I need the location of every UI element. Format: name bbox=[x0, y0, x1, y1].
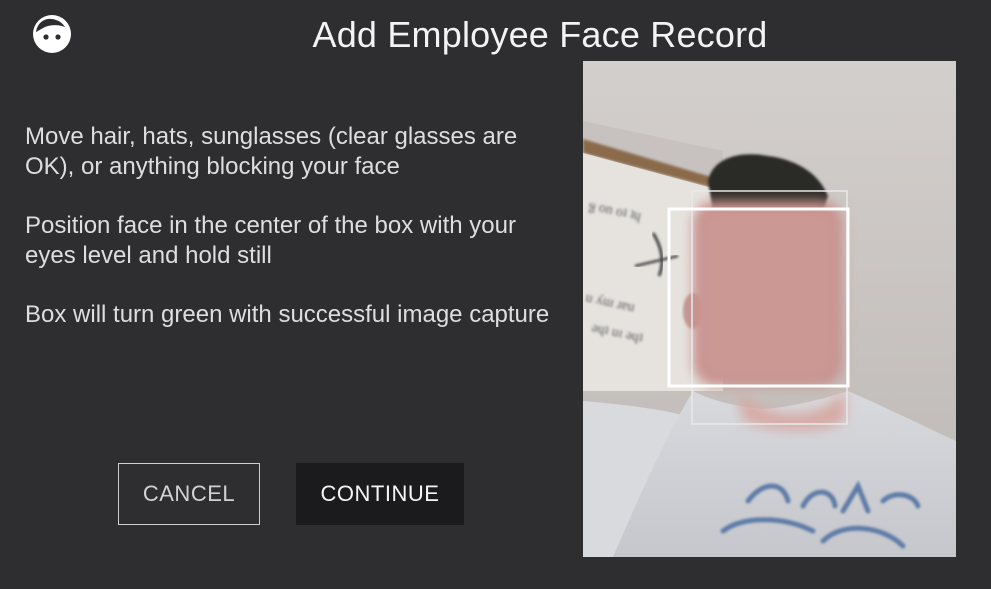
instruction-position-face: Position face in the center of the box w… bbox=[25, 212, 516, 269]
instructions-panel: Move hair, hats, sunglasses (clear glass… bbox=[25, 122, 570, 359]
instruction-remove-obstructions: Move hair, hats, sunglasses (clear glass… bbox=[25, 123, 518, 180]
camera-preview: ᵷ on oʇ ʇɥ u ʎɯ ɹɐu ǝɥʇ uɪ ǝɥʇ bbox=[583, 61, 956, 557]
instruction-success-indicator: Box will turn green with successful imag… bbox=[25, 301, 550, 328]
page-title: Add Employee Face Record bbox=[312, 14, 768, 55]
face-icon bbox=[33, 15, 71, 53]
continue-button[interactable]: CONTINUE bbox=[296, 463, 464, 525]
camera-feed-image: ᵷ on oʇ ʇɥ u ʎɯ ɹɐu ǝɥʇ uɪ ǝɥʇ bbox=[583, 61, 956, 557]
cancel-button[interactable]: CANCEL bbox=[118, 463, 260, 525]
